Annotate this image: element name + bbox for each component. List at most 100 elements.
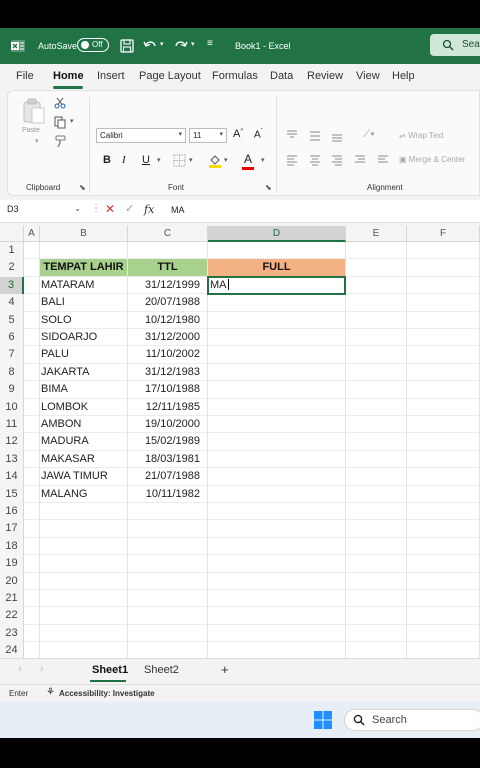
header-cell-tempat-lahir[interactable]: TEMPAT LAHIR <box>40 259 127 277</box>
cell-tempat-lahir[interactable]: JAWA TIMUR <box>41 468 127 485</box>
tab-review[interactable]: Review <box>307 70 343 82</box>
row-header-20[interactable]: 20 <box>0 572 24 590</box>
cell-ttl[interactable]: 12/11/1985 <box>128 399 207 416</box>
accessibility-status[interactable]: Accessibility: Investigate <box>59 689 155 698</box>
row-header-12[interactable]: 12 <box>0 433 24 451</box>
tab-file[interactable]: File <box>16 70 34 82</box>
bold-button[interactable]: B <box>103 154 111 166</box>
cell-ttl[interactable]: 11/10/2002 <box>128 346 207 363</box>
cell-ttl[interactable]: 10/11/1982 <box>128 486 207 503</box>
cell-tempat-lahir[interactable]: LOMBOK <box>41 399 127 416</box>
underline-dropdown-icon[interactable]: ▾ <box>157 156 161 164</box>
column-header-c[interactable]: C <box>128 226 208 242</box>
worksheet-grid[interactable]: A B C D E F 1 2 3 4 5 6 7 8 9 10 11 12 13 14 15 16 17 18 1… <box>0 226 480 686</box>
fill-color-icon[interactable] <box>208 153 222 168</box>
font-launcher-icon[interactable]: ⬊ <box>265 183 272 192</box>
borders-icon[interactable] <box>173 154 186 167</box>
prev-sheet-icon[interactable]: ‹ <box>18 663 22 675</box>
cell-ttl[interactable]: 20/07/1988 <box>128 294 207 311</box>
save-icon[interactable] <box>119 38 135 54</box>
tab-data[interactable]: Data <box>270 70 293 82</box>
wrap-text-button[interactable]: ⇌ Wrap Text <box>399 131 444 140</box>
sheet-tab-1[interactable]: Sheet1 <box>92 664 128 676</box>
cell-ttl[interactable]: 19/10/2000 <box>128 416 207 433</box>
cell-tempat-lahir[interactable]: BIMA <box>41 381 127 398</box>
tab-help[interactable]: Help <box>392 70 415 82</box>
column-header-b[interactable]: B <box>40 226 128 242</box>
vertical-align-icons[interactable] <box>285 130 355 142</box>
undo-dropdown-icon[interactable]: ▾ <box>160 40 164 48</box>
row-header-5[interactable]: 5 <box>0 311 24 329</box>
cell-ttl[interactable]: 15/02/1989 <box>128 433 207 450</box>
confirm-entry-icon[interactable]: ✓ <box>125 202 134 215</box>
cell-tempat-lahir[interactable]: MALANG <box>41 486 127 503</box>
column-header-d[interactable]: D <box>208 226 346 242</box>
row-header-17[interactable]: 17 <box>0 520 24 538</box>
windows-start-icon[interactable] <box>314 711 332 729</box>
row-header-10[interactable]: 10 <box>0 398 24 416</box>
cell-tempat-lahir[interactable]: JAKARTA <box>41 364 127 381</box>
font-color-dropdown-icon[interactable]: ▾ <box>261 156 265 164</box>
row-header-23[interactable]: 23 <box>0 624 24 643</box>
taskbar-search[interactable]: Search <box>344 709 480 731</box>
cell-ttl[interactable]: 31/12/2000 <box>128 329 207 346</box>
font-name-combo[interactable]: Calibri ▾ <box>96 128 186 143</box>
tab-view[interactable]: View <box>356 70 380 82</box>
row-header-13[interactable]: 13 <box>0 450 24 469</box>
title-search-box[interactable]: Sea <box>430 34 480 56</box>
cell-tempat-lahir[interactable]: BALI <box>41 294 127 311</box>
underline-button[interactable]: U <box>142 154 150 166</box>
row-header-6[interactable]: 6 <box>0 329 24 347</box>
column-header-f[interactable]: F <box>407 226 480 242</box>
column-header-e[interactable]: E <box>346 226 407 242</box>
copy-dropdown-icon[interactable]: ▾ <box>70 117 74 125</box>
copy-icon[interactable] <box>54 116 66 129</box>
cell-ttl[interactable]: 31/12/1983 <box>128 364 207 381</box>
grow-font-button[interactable]: A^ <box>233 128 243 140</box>
formula-input[interactable]: MA <box>171 205 185 215</box>
cell-tempat-lahir[interactable]: PALU <box>41 346 127 363</box>
cell-tempat-lahir[interactable]: AMBON <box>41 416 127 433</box>
row-header-18[interactable]: 18 <box>0 537 24 556</box>
header-cell-ttl[interactable]: TTL <box>128 259 207 277</box>
row-header-2[interactable]: 2 <box>0 259 24 277</box>
redo-dropdown-icon[interactable]: ▾ <box>191 40 195 48</box>
cell-ttl[interactable]: 18/03/1981 <box>128 451 207 468</box>
cell-tempat-lahir[interactable]: MAKASAR <box>41 451 127 468</box>
tab-insert[interactable]: Insert <box>97 70 125 82</box>
cut-icon[interactable] <box>54 97 66 109</box>
name-box[interactable]: D3 ⌄ <box>7 204 83 219</box>
cell-ttl[interactable]: 31/12/1999 <box>128 277 207 294</box>
cell-tempat-lahir[interactable]: SOLO <box>41 312 127 329</box>
row-header-4[interactable]: 4 <box>0 294 24 312</box>
tab-home[interactable]: Home <box>53 70 84 82</box>
paste-icon[interactable] <box>22 97 46 125</box>
cell-tempat-lahir[interactable]: MATARAM <box>41 277 127 294</box>
italic-button[interactable]: I <box>122 154 126 166</box>
active-cell-d3[interactable]: MA <box>207 275 346 296</box>
format-painter-icon[interactable] <box>54 135 67 148</box>
clipboard-launcher-icon[interactable]: ⬊ <box>79 183 86 192</box>
row-header-7[interactable]: 7 <box>0 346 24 364</box>
next-sheet-icon[interactable]: › <box>40 663 44 675</box>
fill-color-dropdown-icon[interactable]: ▾ <box>224 156 228 164</box>
row-header-9[interactable]: 9 <box>0 381 24 399</box>
row-header-24[interactable]: 24 <box>0 642 24 660</box>
tab-page-layout[interactable]: Page Layout <box>139 70 201 82</box>
tab-formulas[interactable]: Formulas <box>212 70 258 82</box>
cancel-entry-icon[interactable]: ✕ <box>105 202 115 216</box>
sheet-tab-2[interactable]: Sheet2 <box>144 664 179 676</box>
row-header-3[interactable]: 3 <box>0 276 24 295</box>
row-header-19[interactable]: 19 <box>0 555 24 573</box>
customize-toolbar-icon[interactable]: ≡ <box>207 38 213 49</box>
select-all-corner[interactable] <box>0 226 24 242</box>
cell-tempat-lahir[interactable]: MADURA <box>41 433 127 450</box>
paste-dropdown-icon[interactable]: ▾ <box>35 137 39 145</box>
column-header-a[interactable]: A <box>24 226 40 242</box>
row-header-14[interactable]: 14 <box>0 468 24 486</box>
cell-ttl[interactable]: 10/12/1980 <box>128 312 207 329</box>
cell-tempat-lahir[interactable]: SIDOARJO <box>41 329 127 346</box>
row-header-15[interactable]: 15 <box>0 485 24 503</box>
orientation-icon[interactable]: ⟋▾ <box>363 129 375 140</box>
undo-icon[interactable] <box>142 38 158 54</box>
